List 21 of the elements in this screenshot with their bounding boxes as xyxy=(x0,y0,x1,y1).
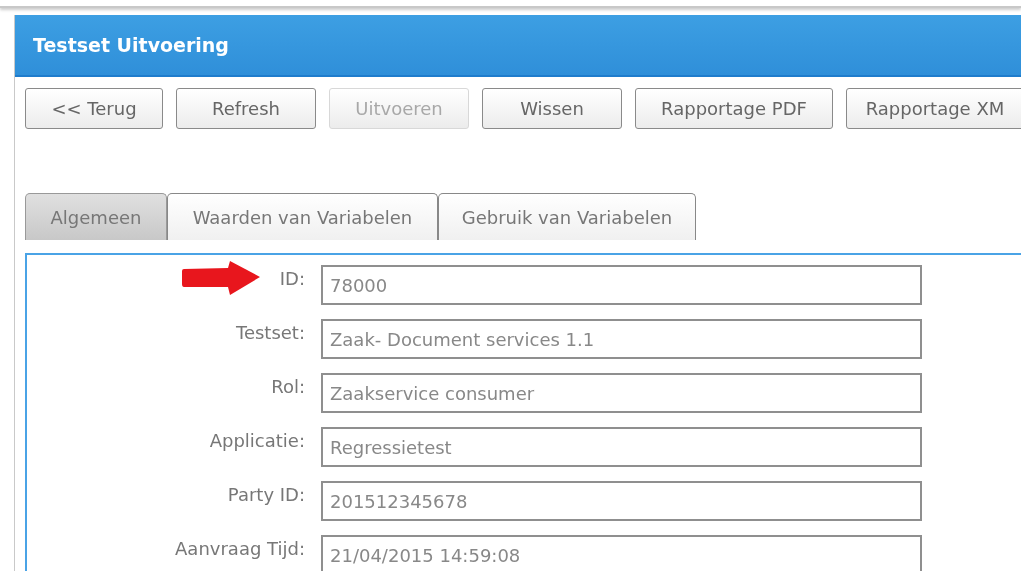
field-label: ID: xyxy=(279,267,305,291)
input-field[interactable]: 78000 xyxy=(321,265,922,305)
tab[interactable]: Algemeen xyxy=(25,193,167,240)
input-field[interactable]: 201512345678 xyxy=(321,481,922,521)
input-field[interactable]: 21/04/2015 14:59:08 xyxy=(321,535,922,571)
toolbar-button[interactable]: Rapportage XM xyxy=(846,88,1021,129)
input-field[interactable]: Zaak- Document services 1.1 xyxy=(321,319,922,359)
tab[interactable]: Waarden van Variabelen xyxy=(167,193,438,240)
field-label: Applicatie: xyxy=(209,429,305,453)
field-label: Party ID: xyxy=(227,483,305,507)
toolbar-button[interactable]: Wissen xyxy=(482,88,622,129)
toolbar-button[interactable]: Refresh xyxy=(176,88,316,129)
toolbar-button[interactable]: << Terug xyxy=(25,88,163,129)
toolbar-button[interactable]: Rapportage PDF xyxy=(635,88,833,129)
input-field[interactable]: Regressietest xyxy=(321,427,922,467)
field-label: Testset: xyxy=(235,321,305,345)
window-title: Testset Uitvoering xyxy=(15,15,1021,77)
input-field[interactable]: Zaakservice consumer xyxy=(321,373,922,413)
field-label: Rol: xyxy=(271,375,305,399)
field-label: Aanvraag Tijd: xyxy=(175,537,305,561)
tab[interactable]: Gebruik van Variabelen xyxy=(438,193,696,240)
